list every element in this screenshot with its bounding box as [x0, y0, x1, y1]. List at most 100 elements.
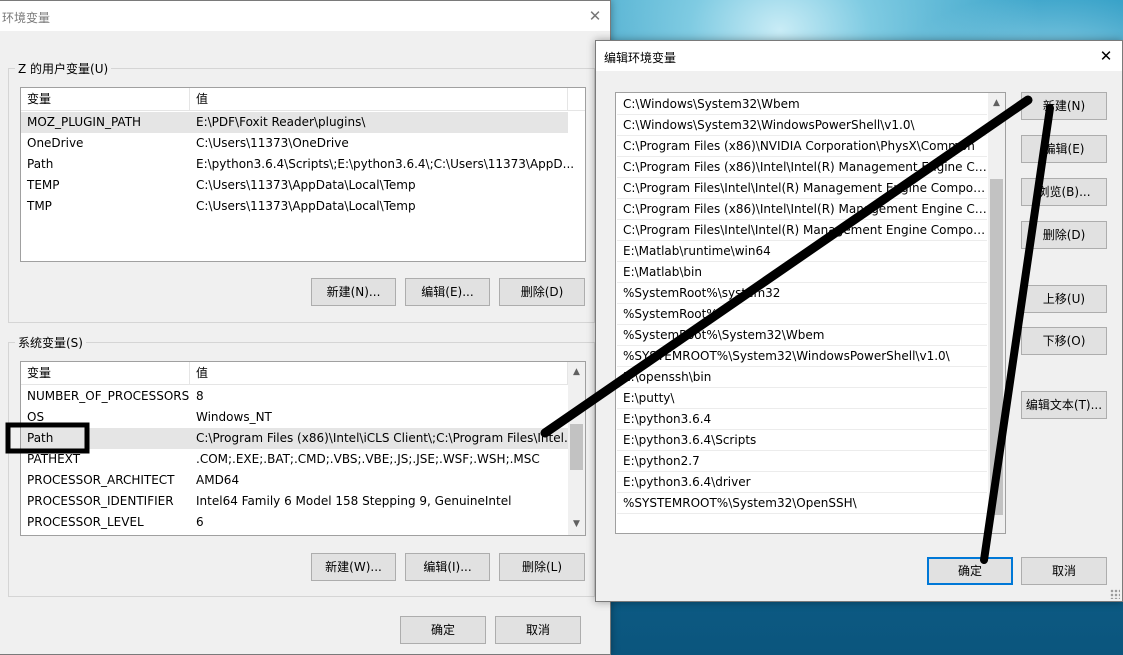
table-row[interactable]: PROCESSOR_ARCHITECT AMD64 [21, 470, 568, 491]
table-row[interactable]: NUMBER_OF_PROCESSORS 8 [21, 386, 568, 407]
system-edit-button[interactable]: 编辑(I)... [405, 553, 490, 581]
ok-button[interactable]: 确定 [400, 616, 486, 644]
variable-name: Path [27, 157, 54, 171]
delete-entry-button[interactable]: 删除(D) [1021, 221, 1107, 249]
table-row[interactable]: Path E:\python3.6.4\Scripts\;E:\python3.6… [21, 154, 574, 175]
variable-value: .COM;.EXE;.BAT;.CMD;.VBS;.VBE;.JS;.JSE;.… [196, 452, 540, 466]
env-dialog-titlebar[interactable]: 环境变量 ✕ [0, 1, 610, 31]
close-icon[interactable]: ✕ [1096, 46, 1116, 66]
path-entry[interactable]: E:\Matlab\runtime\win64 [617, 241, 987, 262]
column-header-value[interactable]: 值 [190, 88, 568, 110]
system-new-button[interactable]: 新建(W)... [311, 553, 396, 581]
variable-name: TEMP [27, 178, 60, 192]
path-entry[interactable]: %SystemRoot%\system32 [617, 283, 987, 304]
user-list-header: 变量 值 [21, 88, 585, 111]
path-entry[interactable]: %SYSTEMROOT%\System32\OpenSSH\ [617, 493, 987, 514]
cancel-button[interactable]: 取消 [1021, 557, 1107, 585]
path-entry[interactable]: C:\Program Files (x86)\Intel\Intel(R) Ma… [617, 157, 987, 178]
scroll-up-icon[interactable]: ▲ [988, 95, 1005, 112]
system-list-header: 变量 值 [21, 362, 585, 385]
path-entry[interactable]: E:\Matlab\bin [617, 262, 987, 283]
scrollbar-thumb[interactable] [990, 179, 1003, 515]
edit-env-variable-dialog: 编辑环境变量 ✕ C:\Windows\System32\Wbem C:\Wind… [595, 40, 1123, 602]
path-entry[interactable]: %SystemRoot% [617, 304, 987, 325]
variable-name: PROCESSOR_IDENTIFIER [27, 494, 174, 508]
path-entry[interactable]: E:\python3.6.4\driver [617, 472, 987, 493]
path-list-scrollbar[interactable]: ▲ [988, 93, 1005, 533]
variable-value: E:\python3.6.4\Scripts\;E:\python3.6.4\;… [196, 157, 575, 171]
table-row[interactable]: Path C:\Program Files (x86)\Intel\iCLS Cl… [21, 428, 575, 449]
variable-value: C:\Users\11373\OneDrive [196, 136, 349, 150]
system-variables-list[interactable]: 变量 值 NUMBER_OF_PROCESSORS 8 OS Windows_NT Pa… [20, 361, 586, 536]
table-row[interactable]: OS Windows_NT [21, 407, 568, 428]
path-entry[interactable]: %SYSTEMROOT%\System32\WindowsPowerShell\… [617, 346, 987, 367]
user-variables-list[interactable]: 变量 值 MOZ_PLUGIN_PATH E:\PDF\Foxit Reader\… [20, 87, 586, 262]
variable-name: PROCESSOR_ARCHITECT [27, 473, 175, 487]
user-variables-label: Z 的用户变量(U) [15, 60, 112, 77]
path-entry[interactable]: E:\python3.6.4\Scripts [617, 430, 987, 451]
variable-name: NUMBER_OF_PROCESSORS [27, 389, 190, 403]
system-list-scrollbar[interactable]: ▲ ▼ [568, 362, 585, 535]
variable-value: 8 [196, 389, 204, 403]
variable-name: MOZ_PLUGIN_PATH [27, 115, 142, 129]
close-icon[interactable]: ✕ [585, 6, 605, 26]
path-entry[interactable]: E:\python2.7 [617, 451, 987, 472]
resize-grip-icon[interactable] [1110, 589, 1120, 599]
user-edit-button[interactable]: 编辑(E)... [405, 278, 490, 306]
cancel-button[interactable]: 取消 [495, 616, 581, 644]
system-delete-button[interactable]: 删除(L) [499, 553, 585, 581]
new-entry-button[interactable]: 新建(N) [1021, 92, 1107, 120]
column-header-variable[interactable]: 变量 [21, 88, 190, 110]
table-row[interactable]: OneDrive C:\Users\11373\OneDrive [21, 133, 568, 154]
path-entry[interactable]: C:\Windows\System32\WindowsPowerShell\v1… [617, 115, 987, 136]
path-entry[interactable]: E:\python3.6.4 [617, 409, 987, 430]
variable-name: PROCESSOR_LEVEL [27, 515, 144, 529]
variable-value: C:\Users\11373\AppData\Local\Temp [196, 178, 416, 192]
path-entry[interactable]: C:\Program Files (x86)\Intel\Intel(R) Ma… [617, 199, 987, 220]
variable-value: C:\Users\11373\AppData\Local\Temp [196, 199, 416, 213]
path-entry[interactable]: C:\Windows\System32\Wbem [617, 94, 987, 115]
env-variables-dialog: 环境变量 ✕ Z 的用户变量(U) 变量 值 MOZ_PLUGIN_PATH E:… [0, 0, 611, 655]
variable-name: TMP [27, 199, 52, 213]
table-row[interactable]: PATHEXT .COM;.EXE;.BAT;.CMD;.VBS;.VBE;.JS… [21, 449, 568, 470]
user-new-button[interactable]: 新建(N)... [311, 278, 396, 306]
edit-entry-button[interactable]: 编辑(E) [1021, 135, 1107, 163]
column-header-value[interactable]: 值 [190, 362, 568, 384]
variable-value: Intel64 Family 6 Model 158 Stepping 9, G… [196, 494, 512, 508]
path-entry[interactable]: C:\Program Files\Intel\Intel(R) Manageme… [617, 220, 987, 241]
browse-button[interactable]: 浏览(B)... [1021, 178, 1107, 206]
column-header-variable[interactable]: 变量 [21, 362, 190, 384]
variable-value: Windows_NT [196, 410, 272, 424]
path-entry[interactable]: C:\Program Files (x86)\NVIDIA Corporatio… [617, 136, 987, 157]
variable-value: C:\Program Files (x86)\Intel\iCLS Client… [196, 431, 576, 445]
env-dialog-title: 环境变量 [2, 11, 51, 25]
scroll-up-icon[interactable]: ▲ [568, 364, 585, 381]
variable-name: OS [27, 410, 45, 424]
user-delete-button[interactable]: 删除(D) [499, 278, 585, 306]
edit-dialog-title: 编辑环境变量 [604, 51, 677, 65]
variable-name: Path [27, 431, 54, 445]
ok-button[interactable]: 确定 [927, 557, 1013, 585]
path-entry[interactable]: E:\openssh\bin [617, 367, 987, 388]
table-row[interactable]: TEMP C:\Users\11373\AppData\Local\Temp [21, 175, 568, 196]
table-row[interactable]: MOZ_PLUGIN_PATH E:\PDF\Foxit Reader\plugi… [21, 112, 568, 133]
path-entry[interactable]: C:\Program Files\Intel\Intel(R) Manageme… [617, 178, 987, 199]
variable-value: E:\PDF\Foxit Reader\plugins\ [196, 115, 366, 129]
table-row[interactable]: PROCESSOR_IDENTIFIER Intel64 Family 6 Mod… [21, 491, 568, 512]
scroll-down-icon[interactable]: ▼ [568, 516, 585, 533]
variable-name: PATHEXT [27, 452, 81, 466]
variable-name: OneDrive [27, 136, 84, 150]
move-down-button[interactable]: 下移(O) [1021, 327, 1107, 355]
edit-text-button[interactable]: 编辑文本(T)... [1021, 391, 1107, 419]
system-variables-label: 系统变量(S) [15, 334, 86, 351]
table-row[interactable]: PROCESSOR_LEVEL 6 [21, 512, 568, 533]
variable-value: AMD64 [196, 473, 240, 487]
edit-dialog-titlebar[interactable]: 编辑环境变量 ✕ [596, 41, 1122, 71]
move-up-button[interactable]: 上移(U) [1021, 285, 1107, 313]
path-entries-list[interactable]: C:\Windows\System32\Wbem C:\Windows\Syste… [615, 92, 1006, 534]
path-entry[interactable]: E:\putty\ [617, 388, 987, 409]
path-entry[interactable]: %SystemRoot%\System32\Wbem [617, 325, 987, 346]
scrollbar-thumb[interactable] [570, 424, 583, 470]
table-row[interactable]: TMP C:\Users\11373\AppData\Local\Temp [21, 196, 568, 217]
variable-value: 6 [196, 515, 204, 529]
